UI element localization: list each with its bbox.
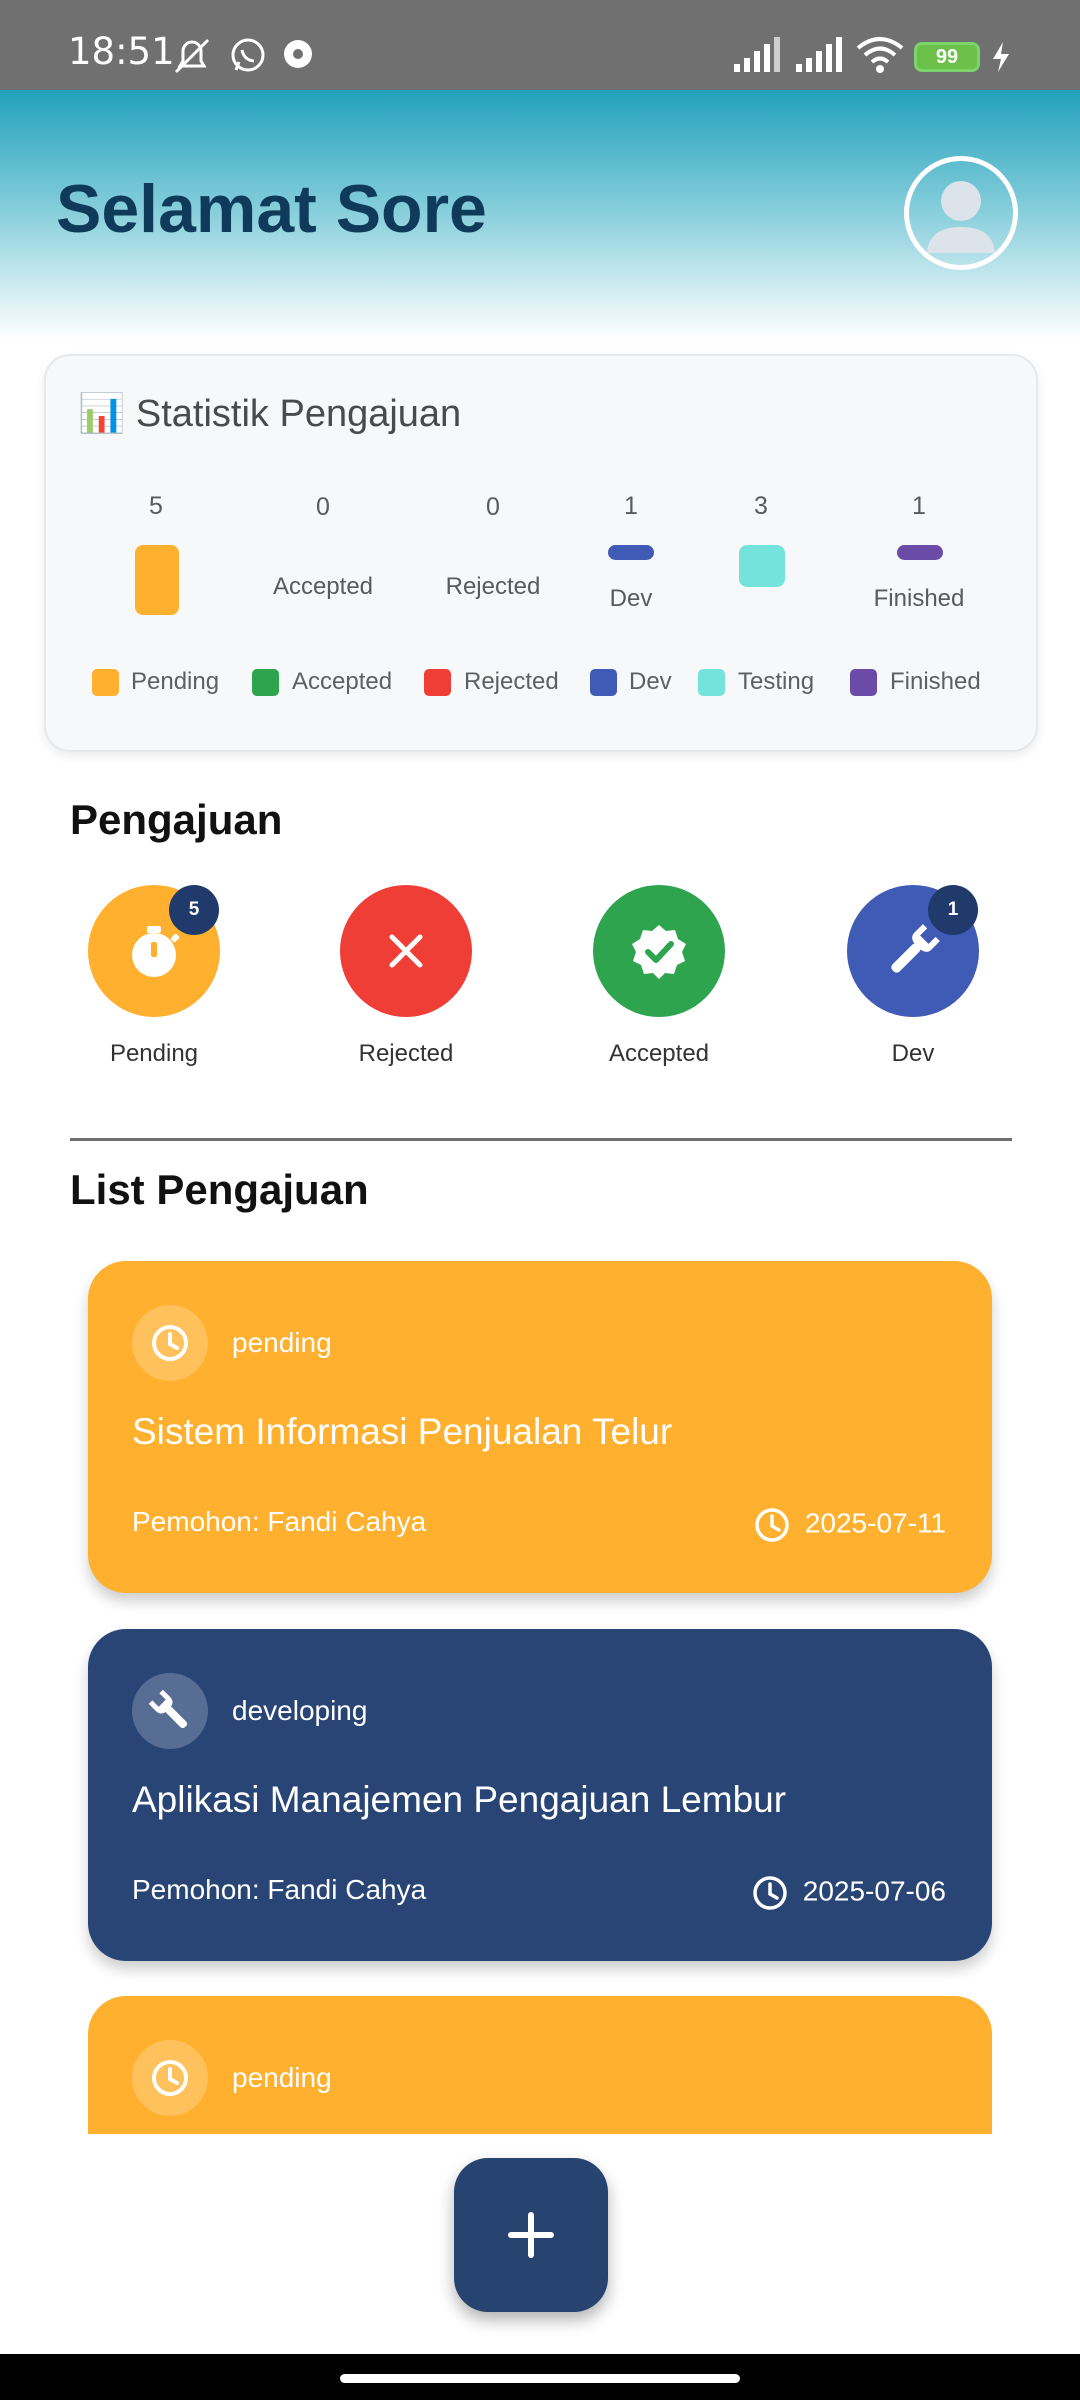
charging-icon — [993, 42, 1009, 72]
clock-icon — [755, 1508, 789, 1542]
verified-icon — [632, 925, 686, 979]
request-date-text: 2025-07-06 — [802, 1875, 946, 1907]
stat-count: 0 — [486, 493, 500, 521]
statistics-title: 📊 Statistik Pengajuan — [78, 393, 462, 435]
request-title: Aplikasi Manajemen Pengajuan Lembur — [132, 1779, 787, 1820]
pending-count-badge: 5 — [169, 885, 219, 935]
stat-count: 5 — [149, 492, 163, 520]
category-label: Dev — [891, 1040, 935, 1067]
category-label: Accepted — [608, 1040, 710, 1067]
legend-swatch — [252, 669, 279, 696]
list-pengajuan-title: List Pengajuan — [70, 1166, 369, 1213]
legend-label: Finished — [890, 668, 981, 695]
legend-swatch — [590, 669, 617, 696]
plus-icon — [508, 2212, 554, 2258]
pengajuan-title: Pengajuan — [70, 796, 283, 843]
stat-count: 3 — [754, 492, 768, 520]
request-applicant: Pemohon: Fandi Cahya — [132, 1506, 427, 1537]
battery-level: 99 — [935, 46, 959, 68]
request-card[interactable]: pending — [88, 1996, 992, 2134]
section-divider — [70, 1138, 1012, 1141]
legend-swatch — [698, 669, 725, 696]
clock-icon — [152, 1325, 188, 1361]
request-title: Sistem Informasi Penjualan Telur — [132, 1411, 673, 1452]
add-request-button[interactable] — [454, 2158, 608, 2312]
legend-swatch — [424, 669, 451, 696]
legend-label: Dev — [629, 668, 672, 695]
category-label: Pending — [109, 1040, 199, 1067]
request-date: 2025-07-06 — [751, 1874, 946, 1912]
stat-bar-dev — [608, 545, 654, 560]
status-time: 18:51 — [68, 30, 175, 73]
mute-icon — [174, 38, 210, 74]
category-accepted-button[interactable] — [593, 885, 725, 1017]
stat-label: Finished — [873, 585, 965, 612]
request-status: pending — [232, 1327, 332, 1358]
stat-bar-testing — [739, 545, 785, 587]
user-avatar-icon — [927, 181, 995, 253]
request-status: developing — [232, 1695, 368, 1726]
stat-count: 1 — [624, 492, 638, 520]
legend-label: Testing — [738, 668, 815, 695]
record-icon — [284, 40, 312, 68]
stat-label: Rejected — [445, 573, 541, 600]
status-bar: 18:51 99 — [0, 0, 1080, 90]
status-icon-container — [132, 1305, 208, 1381]
request-status: pending — [232, 2062, 332, 2093]
category-rejected-button[interactable] — [340, 885, 472, 1017]
clock-icon — [753, 1876, 787, 1910]
clock-icon — [152, 2060, 188, 2096]
legend-swatch — [92, 669, 119, 696]
wrench-icon — [148, 1689, 188, 1729]
legend-label: Pending — [131, 668, 220, 695]
stat-count: 1 — [912, 492, 926, 520]
close-icon — [389, 934, 423, 968]
status-icon-container — [132, 2040, 208, 2116]
stat-label: Dev — [609, 585, 653, 612]
dev-count-badge: 1 — [928, 885, 978, 935]
status-icon-container — [132, 1673, 208, 1749]
user-avatar-button[interactable] — [904, 156, 1018, 270]
signal-icon — [734, 37, 780, 72]
legend-label: Rejected — [464, 668, 559, 695]
category-label: Rejected — [358, 1040, 454, 1067]
stat-bar-pending — [135, 545, 179, 615]
home-gesture-handle[interactable] — [340, 2374, 740, 2383]
request-card[interactable]: pending Sistem Informasi Penjualan Telur… — [88, 1261, 992, 1593]
battery-icon: 99 — [914, 42, 980, 72]
request-date-text: 2025-07-11 — [804, 1507, 946, 1539]
greeting-title: Selamat Sore — [56, 171, 487, 247]
wifi-icon — [856, 37, 904, 73]
request-date: 2025-07-11 — [753, 1506, 946, 1544]
legend-label: Accepted — [292, 668, 393, 695]
request-card[interactable]: developing Aplikasi Manajemen Pengajuan … — [88, 1629, 992, 1961]
stat-bar-finished — [897, 545, 943, 560]
request-applicant: Pemohon: Fandi Cahya — [132, 1874, 427, 1905]
stat-count: 0 — [316, 493, 330, 521]
signal-icon — [796, 37, 842, 72]
legend-swatch — [850, 669, 877, 696]
whatsapp-icon — [231, 38, 265, 72]
stat-label: Accepted — [272, 573, 374, 600]
